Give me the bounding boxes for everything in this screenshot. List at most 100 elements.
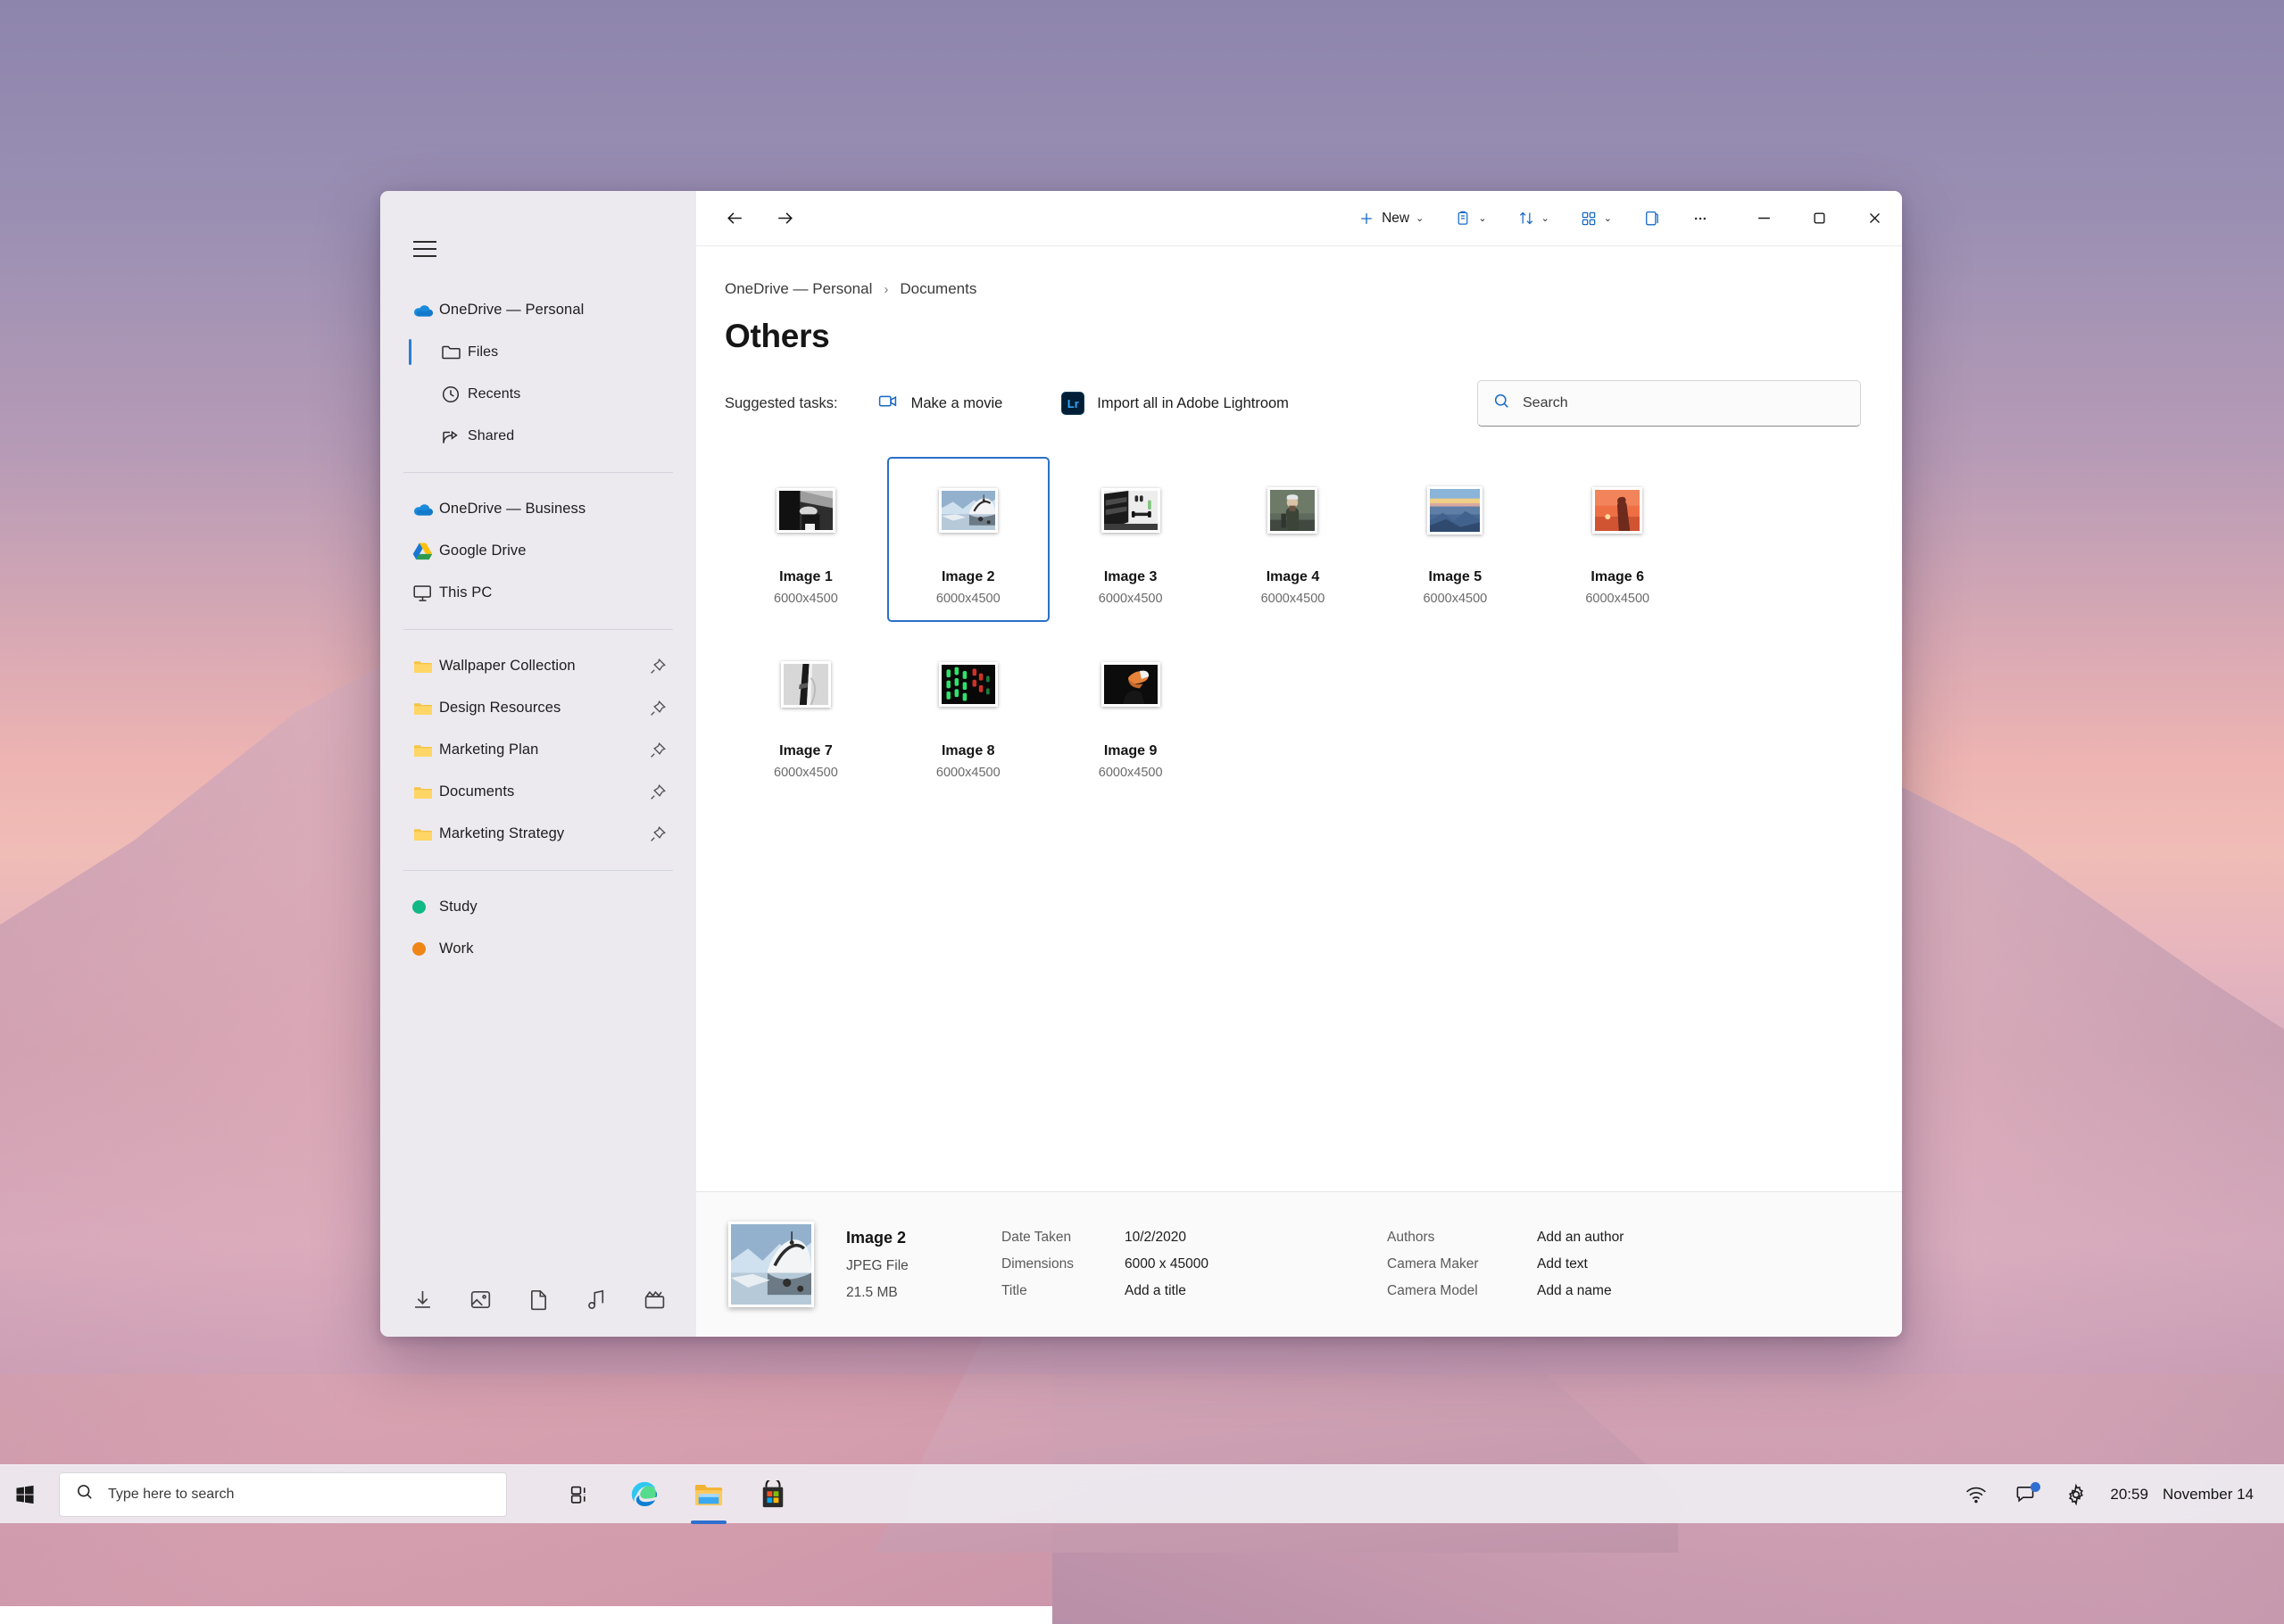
taskbar-search-box[interactable]: Type here to search (59, 1472, 507, 1517)
file-item[interactable]: Image 5 6000x4500 (1374, 457, 1536, 622)
details-pane-button[interactable] (1633, 200, 1670, 237)
hamburger-icon[interactable] (405, 230, 444, 268)
details-value-add-author[interactable]: Add an author (1537, 1230, 1744, 1246)
more-options-button[interactable] (1682, 200, 1718, 237)
music-icon[interactable] (585, 1288, 609, 1312)
details-value-add-title[interactable]: Add a title (1125, 1283, 1332, 1299)
pin-icon[interactable] (648, 657, 668, 676)
arrow-left-icon[interactable] (716, 200, 753, 237)
details-values: 10/2/2020 6000 x 45000 Add a title (1125, 1230, 1332, 1299)
pin-icon[interactable] (648, 699, 668, 718)
sidebar-item-recents[interactable]: Recents (389, 373, 687, 415)
new-button[interactable]: New ⌄ (1349, 200, 1433, 237)
taskbar: Type here to search (0, 1464, 2284, 1523)
search-input[interactable] (1523, 395, 1846, 411)
file-item[interactable]: Image 8 6000x4500 (887, 631, 1050, 796)
thumbnail-image (777, 488, 835, 533)
details-values: Add an author Add text Add a name (1537, 1230, 1744, 1299)
chevron-down-icon[interactable]: ⌄ (1416, 212, 1424, 224)
breadcrumb-current[interactable]: Documents (900, 280, 976, 298)
sidebar-item-study[interactable]: Study (389, 886, 687, 928)
videos-icon[interactable] (643, 1288, 667, 1312)
details-value-add-name[interactable]: Add a name (1537, 1283, 1744, 1299)
windows-start-icon[interactable] (0, 1465, 50, 1524)
wifi-icon[interactable] (1951, 1465, 2001, 1524)
sidebar-item-marketing-strategy[interactable]: Marketing Strategy (389, 813, 687, 855)
folder-icon (412, 825, 439, 843)
share-icon (441, 427, 468, 445)
search-box[interactable] (1477, 380, 1861, 427)
download-icon[interactable] (411, 1288, 435, 1312)
details-key: Dimensions (1001, 1256, 1125, 1272)
breadcrumb-root[interactable]: OneDrive — Personal (725, 280, 872, 298)
chevron-down-icon[interactable]: ⌄ (1604, 212, 1612, 224)
documents-icon[interactable] (527, 1288, 551, 1312)
search-icon (75, 1482, 95, 1506)
thumbnail-wrapper (1082, 468, 1180, 553)
sidebar-item-label: Wallpaper Collection (439, 658, 576, 675)
clock-icon (441, 385, 468, 404)
pin-icon[interactable] (648, 824, 668, 844)
pin-icon[interactable] (648, 741, 668, 760)
pictures-icon[interactable] (469, 1288, 493, 1312)
file-item[interactable]: Image 1 6000x4500 (725, 457, 887, 622)
thumbnail-wrapper (1243, 468, 1341, 553)
file-explorer-icon[interactable] (677, 1465, 741, 1524)
file-item[interactable]: Image 9 6000x4500 (1050, 631, 1212, 796)
folder-icon (412, 783, 439, 801)
sidebar-item-shared[interactable]: Shared (389, 415, 687, 457)
sidebar-item-onedrive-business[interactable]: OneDrive — Business (389, 488, 687, 530)
chevron-down-icon[interactable]: ⌄ (1478, 212, 1486, 224)
make-a-movie-task[interactable]: Make a movie (867, 385, 1014, 422)
chevron-right-icon: › (884, 282, 888, 297)
details-file-size: 21.5 MB (846, 1285, 996, 1301)
details-value-add-text[interactable]: Add text (1537, 1256, 1744, 1272)
file-item[interactable]: Image 4 6000x4500 (1212, 457, 1375, 622)
sidebar-item-wallpaper-collection[interactable]: Wallpaper Collection (389, 645, 687, 687)
folder-icon (412, 700, 439, 717)
chevron-down-icon[interactable]: ⌄ (1541, 212, 1549, 224)
sort-button[interactable]: ⌄ (1508, 200, 1558, 237)
sidebar-item-work[interactable]: Work (389, 928, 687, 970)
sidebar-item-design-resources[interactable]: Design Resources (389, 687, 687, 729)
sidebar-item-this-pc[interactable]: This PC (389, 572, 687, 614)
color-dot-icon (412, 942, 439, 956)
sidebar-item-google-drive[interactable]: Google Drive (389, 530, 687, 572)
sidebar-item-files[interactable]: Files (389, 331, 687, 373)
file-item[interactable]: Image 3 6000x4500 (1050, 457, 1212, 622)
file-name: Image 8 (942, 743, 995, 759)
command-bar: New ⌄ ⌄ (1349, 191, 1902, 246)
paste-button[interactable]: ⌄ (1445, 200, 1495, 237)
minimize-button[interactable] (1736, 191, 1791, 246)
details-value: 6000 x 45000 (1125, 1256, 1332, 1272)
arrow-right-icon[interactable] (766, 200, 803, 237)
details-key: Camera Maker (1387, 1256, 1537, 1272)
microsoft-edge-icon[interactable] (612, 1465, 677, 1524)
file-item[interactable]: Image 6 6000x4500 (1536, 457, 1698, 622)
maximize-button[interactable] (1791, 191, 1847, 246)
nav-list: OneDrive — Personal Files Recents (380, 268, 696, 1262)
sidebar-item-onedrive-personal[interactable]: OneDrive — Personal (389, 289, 687, 331)
sidebar-item-label: OneDrive — Business (439, 501, 586, 518)
sidebar-item-documents[interactable]: Documents (389, 771, 687, 813)
chat-icon[interactable] (2001, 1465, 2051, 1524)
details-value: 10/2/2020 (1125, 1230, 1332, 1246)
task-view-icon[interactable] (548, 1465, 612, 1524)
close-button[interactable] (1847, 191, 1902, 246)
settings-gear-icon[interactable] (2051, 1465, 2101, 1524)
details-thumbnail (728, 1222, 814, 1307)
pin-icon[interactable] (648, 783, 668, 802)
video-camera-icon (877, 393, 899, 414)
import-lightroom-task[interactable]: Lr Import all in Adobe Lightroom (1051, 385, 1300, 422)
sidebar-item-label: This PC (439, 584, 492, 601)
file-item-selected[interactable]: Image 2 6000x4500 (887, 457, 1050, 622)
taskbar-clock[interactable]: 20:59 November 14 (2101, 1465, 2268, 1524)
microsoft-store-icon[interactable] (741, 1465, 805, 1524)
file-item[interactable]: Image 7 6000x4500 (725, 631, 887, 796)
file-dimensions: 6000x4500 (774, 766, 838, 780)
sidebar-item-marketing-plan[interactable]: Marketing Plan (389, 729, 687, 771)
file-dimensions: 6000x4500 (1423, 592, 1487, 606)
view-button[interactable]: ⌄ (1571, 200, 1621, 237)
onedrive-cloud-icon (412, 302, 439, 318)
window-titlebar: New ⌄ ⌄ (696, 191, 1902, 246)
